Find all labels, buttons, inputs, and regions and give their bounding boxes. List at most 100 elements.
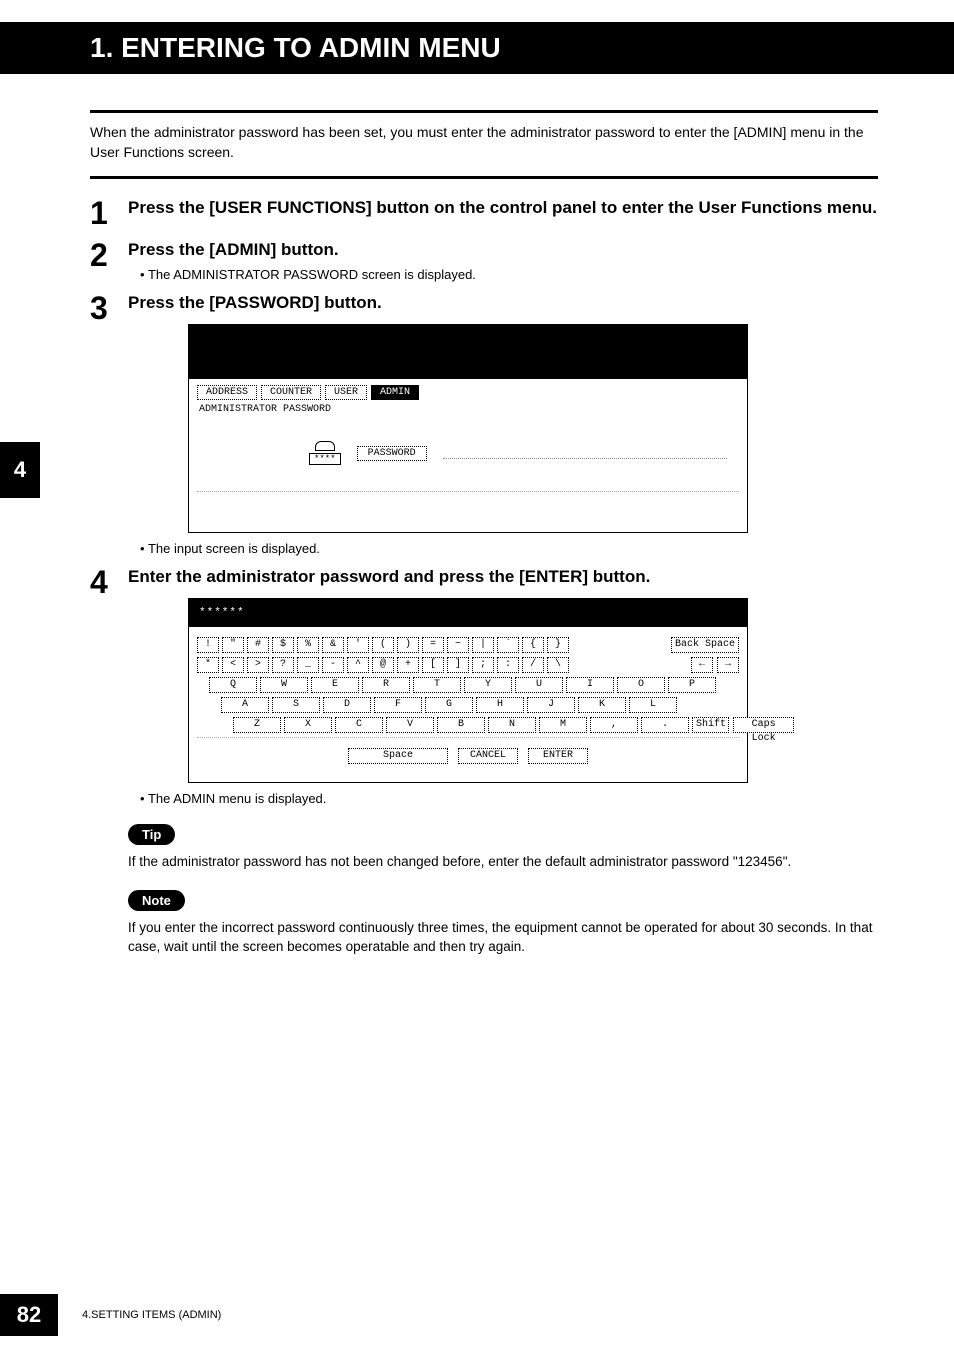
divider bbox=[90, 110, 878, 113]
key[interactable]: R bbox=[362, 677, 410, 693]
tab-user[interactable]: USER bbox=[325, 385, 367, 400]
password-screen-figure: ADDRESS COUNTER USER ADMIN ADMINISTRATOR… bbox=[188, 324, 748, 533]
screen-label: ADMINISTRATOR PASSWORD bbox=[199, 404, 747, 415]
step-number: 1 bbox=[90, 197, 114, 229]
step-number: 4 bbox=[90, 566, 114, 957]
key[interactable]: A bbox=[221, 697, 269, 713]
key[interactable]: L bbox=[629, 697, 677, 713]
step-title: Enter the administrator password and pre… bbox=[128, 566, 878, 588]
kb-row-sym2: * < > ? _ - ^ @ + [ ] ; : bbox=[197, 657, 739, 673]
arrow-left-key[interactable]: ← bbox=[691, 657, 713, 673]
key[interactable]: H bbox=[476, 697, 524, 713]
key[interactable]: = bbox=[422, 637, 444, 653]
tab-address[interactable]: ADDRESS bbox=[197, 385, 257, 400]
key[interactable]: I bbox=[566, 677, 614, 693]
key[interactable]: ) bbox=[397, 637, 419, 653]
key[interactable]: " bbox=[222, 637, 244, 653]
step-bullet: The ADMINISTRATOR PASSWORD screen is dis… bbox=[140, 267, 878, 282]
key[interactable]: / bbox=[522, 657, 544, 673]
note-label: Note bbox=[128, 890, 185, 911]
key[interactable]: F bbox=[374, 697, 422, 713]
key[interactable]: Y bbox=[464, 677, 512, 693]
key[interactable]: ^ bbox=[347, 657, 369, 673]
step-3: 3 Press the [PASSWORD] button. ADDRESS C… bbox=[90, 292, 878, 556]
key[interactable]: ( bbox=[372, 637, 394, 653]
key[interactable]: B bbox=[437, 717, 485, 733]
key[interactable]: # bbox=[247, 637, 269, 653]
step-bullet: The ADMIN menu is displayed. bbox=[140, 791, 878, 806]
key[interactable]: $ bbox=[272, 637, 294, 653]
key[interactable]: , bbox=[590, 717, 638, 733]
key[interactable]: \ bbox=[547, 657, 569, 673]
note-text: If you enter the incorrect password cont… bbox=[128, 919, 878, 957]
key[interactable]: G bbox=[425, 697, 473, 713]
key[interactable]: K bbox=[578, 697, 626, 713]
key[interactable]: % bbox=[297, 637, 319, 653]
step-title: Press the [USER FUNCTIONS] button on the… bbox=[128, 197, 878, 219]
space-key[interactable]: Space bbox=[348, 748, 448, 764]
enter-key[interactable]: ENTER bbox=[528, 748, 588, 764]
key[interactable]: ; bbox=[472, 657, 494, 673]
key[interactable]: : bbox=[497, 657, 519, 673]
kb-row-q: Q W E R T Y U I O P bbox=[209, 677, 739, 693]
title-bar: 1. ENTERING TO ADMIN MENU bbox=[0, 22, 954, 74]
key[interactable]: T bbox=[413, 677, 461, 693]
key[interactable]: ~ bbox=[447, 637, 469, 653]
key[interactable]: { bbox=[522, 637, 544, 653]
key[interactable]: ' bbox=[347, 637, 369, 653]
key[interactable]: ` bbox=[497, 637, 519, 653]
key[interactable]: . bbox=[641, 717, 689, 733]
tab-counter[interactable]: COUNTER bbox=[261, 385, 321, 400]
key[interactable]: ! bbox=[197, 637, 219, 653]
backspace-key[interactable]: Back Space bbox=[671, 637, 739, 653]
key[interactable]: N bbox=[488, 717, 536, 733]
password-field-line bbox=[443, 447, 727, 459]
keyboard-display: ****** bbox=[189, 599, 747, 627]
key[interactable]: O bbox=[617, 677, 665, 693]
divider bbox=[90, 176, 878, 179]
step-number: 2 bbox=[90, 239, 114, 282]
tip-label: Tip bbox=[128, 824, 175, 845]
key[interactable]: Z bbox=[233, 717, 281, 733]
step-2: 2 Press the [ADMIN] button. The ADMINIST… bbox=[90, 239, 878, 282]
footer-section: 4.SETTING ITEMS (ADMIN) bbox=[82, 1309, 221, 1321]
key[interactable]: C bbox=[335, 717, 383, 733]
key[interactable]: D bbox=[323, 697, 371, 713]
key[interactable]: W bbox=[260, 677, 308, 693]
key[interactable]: < bbox=[222, 657, 244, 673]
key[interactable]: J bbox=[527, 697, 575, 713]
key[interactable]: } bbox=[547, 637, 569, 653]
key[interactable]: > bbox=[247, 657, 269, 673]
key[interactable]: P bbox=[668, 677, 716, 693]
capslock-key[interactable]: Caps Lock bbox=[733, 717, 794, 733]
key[interactable]: + bbox=[397, 657, 419, 673]
key[interactable]: | bbox=[472, 637, 494, 653]
shift-key[interactable]: Shift bbox=[692, 717, 729, 733]
key[interactable]: * bbox=[197, 657, 219, 673]
key[interactable]: Q bbox=[209, 677, 257, 693]
key[interactable]: & bbox=[322, 637, 344, 653]
arrow-right-key[interactable]: → bbox=[717, 657, 739, 673]
key[interactable]: @ bbox=[372, 657, 394, 673]
key-icon bbox=[315, 441, 335, 451]
page-number: 82 bbox=[0, 1294, 58, 1336]
step-title: Press the [ADMIN] button. bbox=[128, 239, 878, 261]
kb-row-a: A S D F G H J K L bbox=[221, 697, 739, 713]
key[interactable]: X bbox=[284, 717, 332, 733]
password-button[interactable]: PASSWORD bbox=[357, 446, 427, 461]
key[interactable]: _ bbox=[297, 657, 319, 673]
key[interactable]: M bbox=[539, 717, 587, 733]
tab-admin[interactable]: ADMIN bbox=[371, 385, 419, 400]
key[interactable]: E bbox=[311, 677, 359, 693]
key[interactable]: ? bbox=[272, 657, 294, 673]
step-number: 3 bbox=[90, 292, 114, 556]
cancel-key[interactable]: CANCEL bbox=[458, 748, 518, 764]
key[interactable]: S bbox=[272, 697, 320, 713]
key[interactable]: ] bbox=[447, 657, 469, 673]
key[interactable]: [ bbox=[422, 657, 444, 673]
step-1: 1 Press the [USER FUNCTIONS] button on t… bbox=[90, 197, 878, 229]
key[interactable]: U bbox=[515, 677, 563, 693]
key[interactable]: V bbox=[386, 717, 434, 733]
kb-row-sym1: ! " # $ % & ' ( ) = ~ | ` bbox=[197, 637, 739, 653]
key[interactable]: - bbox=[322, 657, 344, 673]
